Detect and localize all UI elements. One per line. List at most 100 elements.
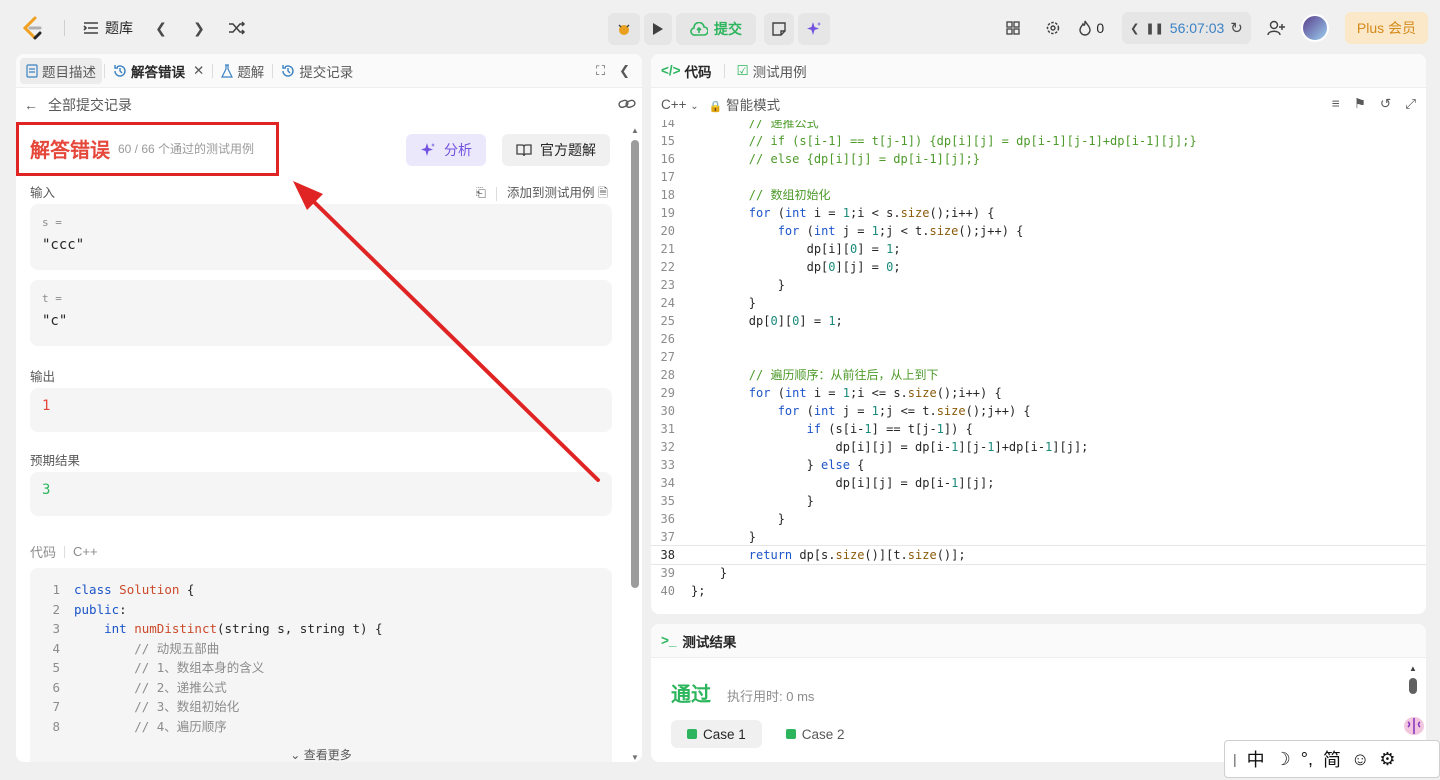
case-tab-2[interactable]: Case 2 (770, 720, 861, 748)
scrollbar-thumb[interactable] (631, 140, 639, 588)
scrollbar-thumb[interactable] (1409, 678, 1417, 694)
tab-label: 测试用例 (752, 64, 807, 80)
ai-assistant-button[interactable] (798, 13, 830, 45)
emoji-icon[interactable]: ☺ (1351, 749, 1369, 770)
left-scrollbar[interactable]: ▲ ▼ (630, 126, 640, 762)
scroll-up-icon[interactable]: ▲ (630, 126, 640, 135)
sparkle-icon (421, 143, 435, 156)
tab-test-result[interactable]: >_ 测试结果 (651, 624, 1426, 658)
avatar[interactable] (1300, 14, 1329, 42)
official-label: 官方题解 (540, 142, 596, 158)
submit-label: 提交 (714, 21, 742, 37)
mode-select[interactable]: 🔒 智能模式 (709, 94, 780, 114)
format-icon[interactable]: ≡ (1332, 96, 1340, 112)
code-line: 28 // 遍历顺序：从前往后，从上到下 (660, 368, 939, 382)
ai-brain-icon[interactable] (1398, 712, 1430, 740)
code-line: 6 // 2、递推公式 (52, 679, 227, 695)
code-line: 5 // 1、数组本身的含义 (52, 660, 265, 675)
notes-button[interactable] (764, 13, 794, 45)
ime-simplified-toggle[interactable]: 简 (1323, 746, 1341, 772)
chevron-left-icon: ❮ (155, 19, 167, 36)
run-button[interactable] (644, 13, 672, 45)
gear-icon[interactable]: ⚙ (1379, 749, 1395, 770)
tab-label: 题目描述 (42, 64, 96, 80)
fullscreen-icon[interactable]: ⛶ (596, 63, 605, 79)
input-card: t = "c" (30, 280, 612, 346)
collapse-panel-icon[interactable]: ❮ (619, 63, 630, 79)
code-line: 39 } (660, 566, 728, 580)
link-icon[interactable] (618, 97, 636, 113)
add-testcase-button[interactable]: 添加到测试用例 🗎 (507, 182, 608, 205)
scroll-down-icon[interactable]: ▼ (630, 753, 640, 762)
official-solution-button[interactable]: 官方题解 (502, 134, 610, 166)
arrow-left-icon[interactable]: ← (24, 97, 38, 113)
settings-button[interactable] (1038, 12, 1068, 44)
code-line: 34 dp[i][j] = dp[i-1][j]; (660, 476, 995, 490)
ime-toolbar: | 中 ☽ °, 简 ☺ ⚙ (1224, 740, 1440, 778)
tab-testcase[interactable]: ☑ 测试用例 (737, 61, 807, 81)
debug-button[interactable] (608, 13, 640, 45)
see-more-button[interactable]: ⌄ 查看更多 (30, 746, 612, 762)
code-line: 20 for (int j = 1;j < t.size();j++) { (660, 224, 1024, 238)
code-line: 23 } (660, 278, 785, 292)
code-line: 7 // 3、数组初始化 (52, 699, 240, 714)
back-label[interactable]: 全部提交记录 (48, 95, 132, 115)
layout-button[interactable] (998, 12, 1028, 44)
code-line: 15 // if (s[i-1] == t[j-1]) {dp[i][j] = … (660, 134, 1197, 148)
copy-input-icon[interactable]: ⎗ (476, 186, 486, 201)
play-icon (653, 23, 663, 35)
code-line: 30 for (int j = 1;j <= t.size();j++) { (660, 404, 1031, 418)
random-problem-button[interactable] (221, 12, 253, 44)
divider (104, 63, 105, 78)
ime-punct-toggle[interactable]: °, (1301, 749, 1313, 770)
scroll-up-icon[interactable]: ▲ (1409, 664, 1417, 673)
bookmark-icon[interactable]: ⚑ (1354, 96, 1366, 112)
analyze-button[interactable]: 分析 (406, 134, 486, 166)
language-select[interactable]: C++ ⌄ (661, 97, 699, 112)
moon-icon[interactable]: ☽ (1275, 749, 1291, 770)
code-line: 36 } (660, 512, 785, 526)
expand-icon[interactable]: ⤢ (1405, 96, 1416, 112)
plus-member-button[interactable]: Plus 会员 (1344, 12, 1428, 44)
tab-submissions[interactable]: 提交记录 (275, 58, 359, 84)
reset-icon[interactable]: ↻ (1230, 19, 1243, 37)
tab-solutions[interactable]: 题解 (215, 58, 270, 84)
pause-icon[interactable]: ❚❚ (1145, 22, 1163, 35)
timer[interactable]: ❮ ❚❚ 56:07:03 ↻ (1122, 12, 1251, 44)
code-line: 25 dp[0][0] = 1; (660, 314, 843, 328)
add-friend-button[interactable] (1261, 12, 1291, 44)
code-editor[interactable]: 14 // 递推公式 15 // if (s[i-1] == t[j-1]) {… (651, 120, 1426, 614)
lock-icon: 🔒 (708, 101, 723, 113)
code-line: 37 } (660, 530, 757, 544)
editor-scrollbar[interactable] (1414, 190, 1426, 614)
ime-handle-icon[interactable]: | (1233, 751, 1237, 767)
book-icon (516, 144, 532, 157)
code-line: 32 dp[i][j] = dp[i-1][j-1]+dp[i-1][j]; (660, 440, 1089, 454)
submit-button[interactable]: 提交 (676, 13, 756, 45)
timer-value: 56:07:03 (1169, 20, 1225, 36)
tab-code[interactable]: </> 代码 (661, 61, 712, 81)
code-icon: </> (661, 63, 681, 78)
bug-icon (618, 24, 630, 35)
tab-description[interactable]: 题目描述 (20, 57, 102, 84)
undo-icon[interactable]: ↺ (1380, 96, 1391, 112)
chevron-left-icon[interactable]: ❮ (1130, 22, 1139, 35)
submitted-code: 1 class Solution { 2 public: 3 int numDist… (30, 568, 612, 762)
code-line: 3 int numDistinct(string s, string t) { (52, 621, 383, 636)
problem-list-button[interactable]: 题库 (77, 12, 139, 44)
code-language: C++ (73, 544, 98, 559)
code-line: 24 } (660, 296, 757, 310)
analyze-label: 分析 (444, 142, 472, 158)
case-tab-1[interactable]: Case 1 (671, 720, 762, 748)
streak-counter[interactable]: 0 (1078, 20, 1104, 36)
tab-wrong-answer[interactable]: 解答错误 ✕ (107, 58, 210, 84)
close-icon[interactable]: ✕ (193, 63, 204, 79)
ime-lang-toggle[interactable]: 中 (1247, 746, 1265, 772)
prev-problem-button[interactable]: ❮ (145, 12, 177, 44)
code-line: 31 if (s[i-1] == t[j-1]) { (660, 422, 973, 436)
next-problem-button[interactable]: ❯ (183, 12, 215, 44)
back-to-submissions[interactable]: ← 全部提交记录 (16, 88, 642, 122)
submission-detail: 解答错误 60 / 66 个通过的测试用例 分析 官方题解 输入 ⎗ 添加到测试… (16, 122, 626, 762)
leetcode-logo-icon[interactable] (12, 8, 52, 48)
chevron-down-icon: ⌄ (690, 100, 699, 112)
